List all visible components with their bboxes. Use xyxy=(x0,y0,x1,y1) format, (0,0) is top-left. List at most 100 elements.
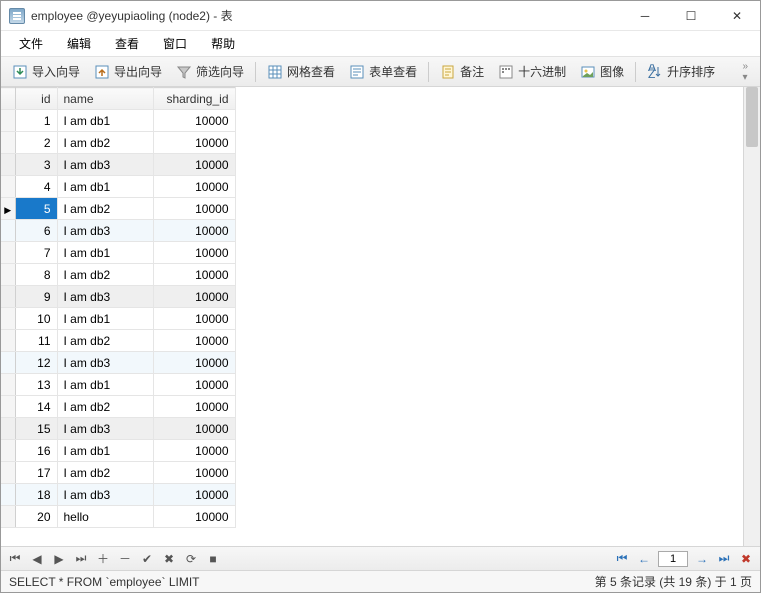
cell-name[interactable]: hello xyxy=(57,506,153,528)
cell-sharding[interactable]: 10000 xyxy=(153,506,235,528)
cell-name[interactable]: I am db2 xyxy=(57,462,153,484)
cell-name[interactable]: I am db3 xyxy=(57,352,153,374)
row-header[interactable] xyxy=(1,484,15,506)
data-grid[interactable]: id name sharding_id 1I am db1100002I am … xyxy=(1,87,743,546)
table-row[interactable]: 13I am db110000 xyxy=(1,374,235,396)
cell-sharding[interactable]: 10000 xyxy=(153,110,235,132)
row-header[interactable] xyxy=(1,440,15,462)
menu-window[interactable]: 窗口 xyxy=(153,32,197,55)
cell-name[interactable]: I am db1 xyxy=(57,110,153,132)
row-header[interactable] xyxy=(1,308,15,330)
menu-edit[interactable]: 编辑 xyxy=(57,32,101,55)
cell-id[interactable]: 15 xyxy=(15,418,57,440)
vertical-scrollbar[interactable] xyxy=(743,87,760,546)
cell-sharding[interactable]: 10000 xyxy=(153,396,235,418)
table-row[interactable]: 1I am db110000 xyxy=(1,110,235,132)
cell-sharding[interactable]: 10000 xyxy=(153,154,235,176)
cell-id[interactable]: 11 xyxy=(15,330,57,352)
minimize-button[interactable]: ─ xyxy=(622,1,668,31)
table-row[interactable]: 15I am db310000 xyxy=(1,418,235,440)
grid-view-button[interactable]: 网格查看 xyxy=(260,60,342,83)
row-header[interactable] xyxy=(1,418,15,440)
cell-name[interactable]: I am db1 xyxy=(57,242,153,264)
image-button[interactable]: 图像 xyxy=(573,60,631,83)
cell-id[interactable]: 13 xyxy=(15,374,57,396)
menu-file[interactable]: 文件 xyxy=(9,32,53,55)
cell-name[interactable]: I am db1 xyxy=(57,176,153,198)
cell-sharding[interactable]: 10000 xyxy=(153,132,235,154)
cell-name[interactable]: I am db2 xyxy=(57,396,153,418)
table-row[interactable]: 3I am db310000 xyxy=(1,154,235,176)
row-header[interactable] xyxy=(1,330,15,352)
cell-id[interactable]: 3 xyxy=(15,154,57,176)
first-page-button[interactable]: ⏮ xyxy=(614,551,630,567)
column-header-sharding[interactable]: sharding_id xyxy=(153,88,235,110)
form-view-button[interactable]: 表单查看 xyxy=(342,60,424,83)
cell-id[interactable]: 14 xyxy=(15,396,57,418)
prev-page-button[interactable]: ← xyxy=(636,551,652,567)
cell-name[interactable]: I am db2 xyxy=(57,330,153,352)
cell-sharding[interactable]: 10000 xyxy=(153,440,235,462)
table-row[interactable]: 9I am db310000 xyxy=(1,286,235,308)
cell-sharding[interactable]: 10000 xyxy=(153,242,235,264)
filter-wizard-button[interactable]: 筛选向导 xyxy=(169,60,251,83)
notes-button[interactable]: 备注 xyxy=(433,60,491,83)
cell-sharding[interactable]: 10000 xyxy=(153,198,235,220)
row-header[interactable] xyxy=(1,506,15,528)
cell-name[interactable]: I am db2 xyxy=(57,198,153,220)
cell-id[interactable]: 20 xyxy=(15,506,57,528)
cell-id[interactable]: 6 xyxy=(15,220,57,242)
cell-sharding[interactable]: 10000 xyxy=(153,418,235,440)
row-header[interactable] xyxy=(1,198,15,220)
row-header[interactable] xyxy=(1,374,15,396)
cell-sharding[interactable]: 10000 xyxy=(153,220,235,242)
sort-button[interactable]: AZ升序排序 xyxy=(640,60,722,83)
add-record-button[interactable]: ＋ xyxy=(95,551,111,567)
cell-name[interactable]: I am db3 xyxy=(57,220,153,242)
cell-sharding[interactable]: 10000 xyxy=(153,352,235,374)
close-button[interactable]: ✕ xyxy=(714,1,760,31)
row-header[interactable] xyxy=(1,220,15,242)
table-row[interactable]: 2I am db210000 xyxy=(1,132,235,154)
cell-id[interactable]: 2 xyxy=(15,132,57,154)
cell-name[interactable]: I am db1 xyxy=(57,374,153,396)
cell-name[interactable]: I am db2 xyxy=(57,264,153,286)
cell-id[interactable]: 7 xyxy=(15,242,57,264)
row-header[interactable] xyxy=(1,396,15,418)
cell-id[interactable]: 1 xyxy=(15,110,57,132)
row-header[interactable] xyxy=(1,286,15,308)
table-row[interactable]: 14I am db210000 xyxy=(1,396,235,418)
row-header[interactable] xyxy=(1,154,15,176)
row-header[interactable] xyxy=(1,242,15,264)
cell-sharding[interactable]: 10000 xyxy=(153,484,235,506)
table-row[interactable]: 4I am db110000 xyxy=(1,176,235,198)
row-header[interactable] xyxy=(1,352,15,374)
scrollbar-thumb[interactable] xyxy=(746,87,758,147)
commit-button[interactable]: ✔ xyxy=(139,551,155,567)
cancel-button[interactable]: ✖ xyxy=(161,551,177,567)
last-page-button[interactable]: ⏭ xyxy=(716,551,732,567)
delete-record-button[interactable]: － xyxy=(117,551,133,567)
stop-button[interactable]: ■ xyxy=(205,551,221,567)
table-row[interactable]: 12I am db310000 xyxy=(1,352,235,374)
first-record-button[interactable]: ⏮ xyxy=(7,551,23,567)
maximize-button[interactable]: ☐ xyxy=(668,1,714,31)
row-header[interactable] xyxy=(1,132,15,154)
column-header-name[interactable]: name xyxy=(57,88,153,110)
table-row[interactable]: 17I am db210000 xyxy=(1,462,235,484)
cell-id[interactable]: 16 xyxy=(15,440,57,462)
cell-sharding[interactable]: 10000 xyxy=(153,462,235,484)
row-header[interactable] xyxy=(1,462,15,484)
toolbar-overflow-icon[interactable]: »▾ xyxy=(734,61,756,83)
table-row[interactable]: 11I am db210000 xyxy=(1,330,235,352)
cell-id[interactable]: 18 xyxy=(15,484,57,506)
table-row[interactable]: 16I am db110000 xyxy=(1,440,235,462)
menu-view[interactable]: 查看 xyxy=(105,32,149,55)
page-number-input[interactable] xyxy=(658,551,688,567)
menu-help[interactable]: 帮助 xyxy=(201,32,245,55)
cell-id[interactable]: 12 xyxy=(15,352,57,374)
cell-id[interactable]: 10 xyxy=(15,308,57,330)
column-header-id[interactable]: id xyxy=(15,88,57,110)
table-row[interactable]: 18I am db310000 xyxy=(1,484,235,506)
cell-name[interactable]: I am db3 xyxy=(57,418,153,440)
